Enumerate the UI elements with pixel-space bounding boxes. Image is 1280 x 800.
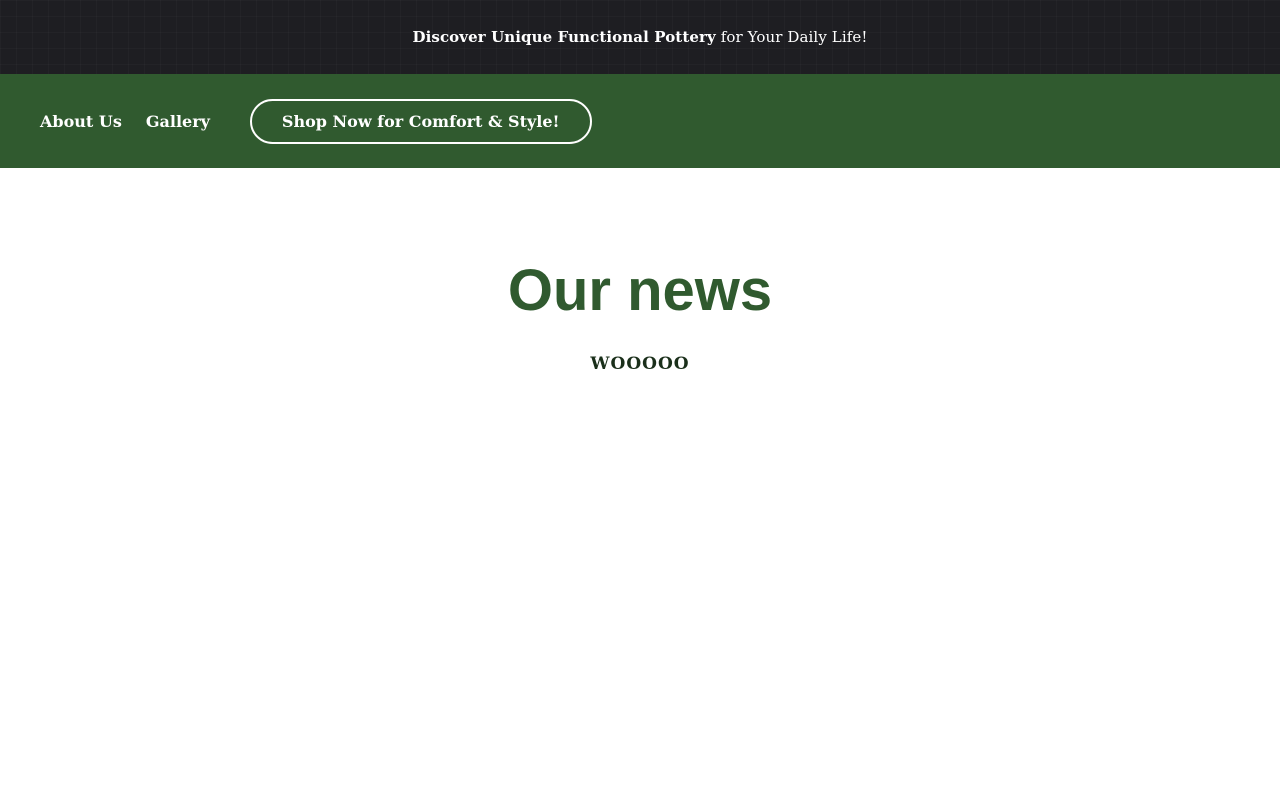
main-content: Our news WOOOOO: [0, 256, 1280, 374]
announcement-text: Discover Unique Functional Pottery for Y…: [413, 28, 868, 46]
main-navigation: About Us Gallery Shop Now for Comfort & …: [0, 74, 1280, 168]
page-body-text: WOOOOO: [590, 354, 690, 374]
nav-link-gallery[interactable]: Gallery: [146, 112, 210, 131]
page-title: Our news: [507, 258, 773, 323]
nav-link-about-us[interactable]: About Us: [40, 112, 122, 131]
shop-now-button[interactable]: Shop Now for Comfort & Style!: [249, 98, 592, 144]
announcement-rest-text: for Your Daily Life!: [720, 28, 868, 46]
announcement-bold-text: Discover Unique Functional Pottery: [412, 28, 716, 46]
announcement-bar: Discover Unique Functional Pottery for Y…: [0, 0, 1280, 74]
